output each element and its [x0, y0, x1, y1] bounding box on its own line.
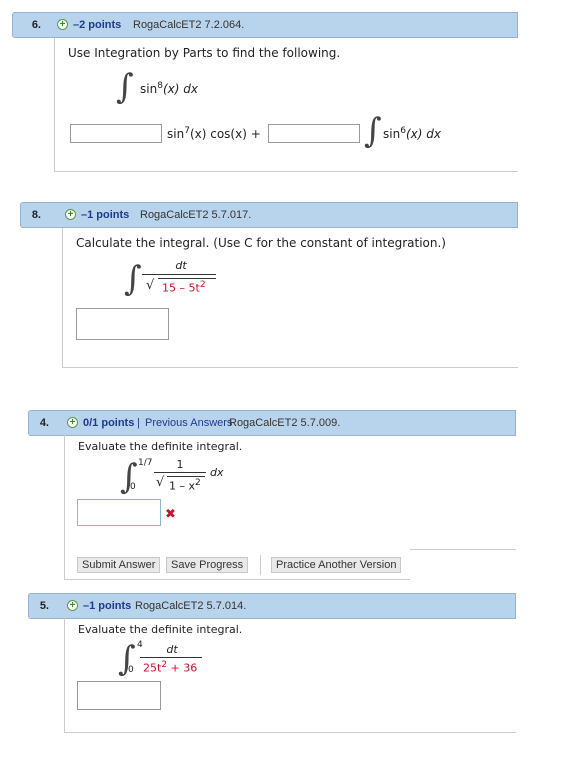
- q5-points: –1 points: [83, 600, 132, 612]
- q4-lower-limit: 0: [130, 482, 136, 492]
- q8-den: 15 – 5t: [162, 281, 200, 295]
- q8-number: 8.: [31, 209, 41, 221]
- q5-source: RogaCalcET2 5.7.014.: [135, 600, 247, 612]
- expand-plus-icon[interactable]: +: [57, 19, 68, 30]
- q4-den-exp: 2: [195, 478, 201, 488]
- q4-upper-limit: 1/7: [138, 458, 153, 468]
- practice-another-version-button[interactable]: Practice Another Version: [271, 557, 402, 573]
- q4-radical-bar: [167, 476, 205, 477]
- integral-sign-icon: ∫: [364, 111, 382, 151]
- q8-points: –1 points: [81, 209, 130, 221]
- q5-den-rest: + 36: [170, 661, 198, 675]
- q4-fraction-line: [154, 472, 206, 473]
- q6-source: RogaCalcET2 7.2.064.: [133, 19, 245, 31]
- q4-number: 4.: [39, 417, 49, 429]
- q5-numerator: dt: [166, 643, 178, 656]
- q8-prompt: Calculate the integral. (Use C for the c…: [76, 236, 446, 250]
- previous-answers-link[interactable]: Previous Answers: [145, 417, 232, 429]
- q6-number: 6.: [31, 19, 41, 31]
- q4-prompt: Evaluate the definite integral.: [78, 440, 243, 453]
- q4-dx: dx: [210, 466, 224, 479]
- q4-denominator: 1 – x2: [169, 478, 201, 493]
- wrong-x-icon: ✖: [165, 507, 176, 522]
- q6-last-rest: (x) dx: [405, 127, 441, 141]
- q4-separator: |: [137, 417, 140, 429]
- q8-fraction-line: [142, 274, 216, 275]
- q6-last-sin: sin: [383, 127, 401, 141]
- q8-denominator: 15 – 5t2: [162, 280, 206, 295]
- q6-middle-term: sin7(x) cos(x) +: [167, 126, 261, 141]
- q6-integrand: sin8(x) dx: [140, 81, 198, 96]
- q6-answer-input-2[interactable]: [268, 124, 360, 143]
- q6-prompt: Use Integration by Parts to find the fol…: [68, 46, 341, 60]
- q5-lower-limit: 0: [128, 665, 134, 675]
- q6-mid-rest: (x) cos(x) +: [189, 127, 261, 141]
- q6-header: 6. + –2 points RogaCalcET2 7.2.064.: [12, 12, 518, 38]
- q5-fraction-line: [140, 657, 202, 658]
- q8-source: RogaCalcET2 5.7.017.: [140, 209, 252, 221]
- q8-header: 8. + –1 points RogaCalcET2 5.7.017.: [20, 202, 518, 228]
- q5-den: 25t: [143, 661, 162, 675]
- q6-last-term: sin6(x) dx: [383, 126, 441, 141]
- q4-answer-input[interactable]: [77, 499, 161, 526]
- q8-radical-icon: √: [146, 278, 155, 293]
- q5-header: 5. + –1 points RogaCalcET2 5.7.014.: [28, 593, 516, 619]
- submit-answer-button[interactable]: Submit Answer: [77, 557, 161, 573]
- q8-den-exp: 2: [199, 280, 206, 290]
- q4-right-panel-border: [410, 549, 516, 550]
- q6-mid-sin: sin: [167, 127, 185, 141]
- q5-number: 5.: [39, 600, 49, 612]
- q4-radical-icon: √: [156, 475, 165, 490]
- q5-answer-input[interactable]: [77, 681, 161, 710]
- integral-sign-icon: ∫: [124, 259, 142, 299]
- q4-points: 0/1 points: [83, 417, 135, 429]
- q5-den-exp: 2: [161, 660, 168, 670]
- q8-numerator: dt: [175, 259, 187, 272]
- q6-rest: (x) dx: [162, 82, 198, 96]
- q4-header: 4. + 0/1 points | Previous Answers RogaC…: [28, 410, 516, 436]
- q6-points: –2 points: [73, 19, 122, 31]
- q4-den: 1 – x: [169, 479, 196, 493]
- q8-radical-bar: [158, 278, 216, 279]
- q8-prompt-text: Calculate the integral. (Use C for the c…: [76, 236, 446, 250]
- q8-answer-input[interactable]: [76, 308, 169, 340]
- save-progress-button[interactable]: Save Progress: [166, 557, 249, 573]
- q5-denominator: 25t2 + 36: [143, 660, 197, 675]
- q6-sin: sin: [140, 82, 158, 96]
- q5-prompt: Evaluate the definite integral.: [78, 623, 243, 636]
- expand-plus-icon[interactable]: +: [65, 209, 76, 220]
- button-divider: [260, 555, 261, 575]
- expand-plus-icon[interactable]: +: [67, 600, 78, 611]
- q6-answer-input-1[interactable]: [70, 124, 162, 143]
- expand-plus-icon[interactable]: +: [67, 417, 78, 428]
- integral-sign-icon: ∫: [116, 67, 134, 107]
- q5-upper-limit: 4: [137, 640, 143, 650]
- q4-source: RogaCalcET2 5.7.009.: [229, 417, 341, 429]
- q4-numerator: 1: [176, 458, 184, 471]
